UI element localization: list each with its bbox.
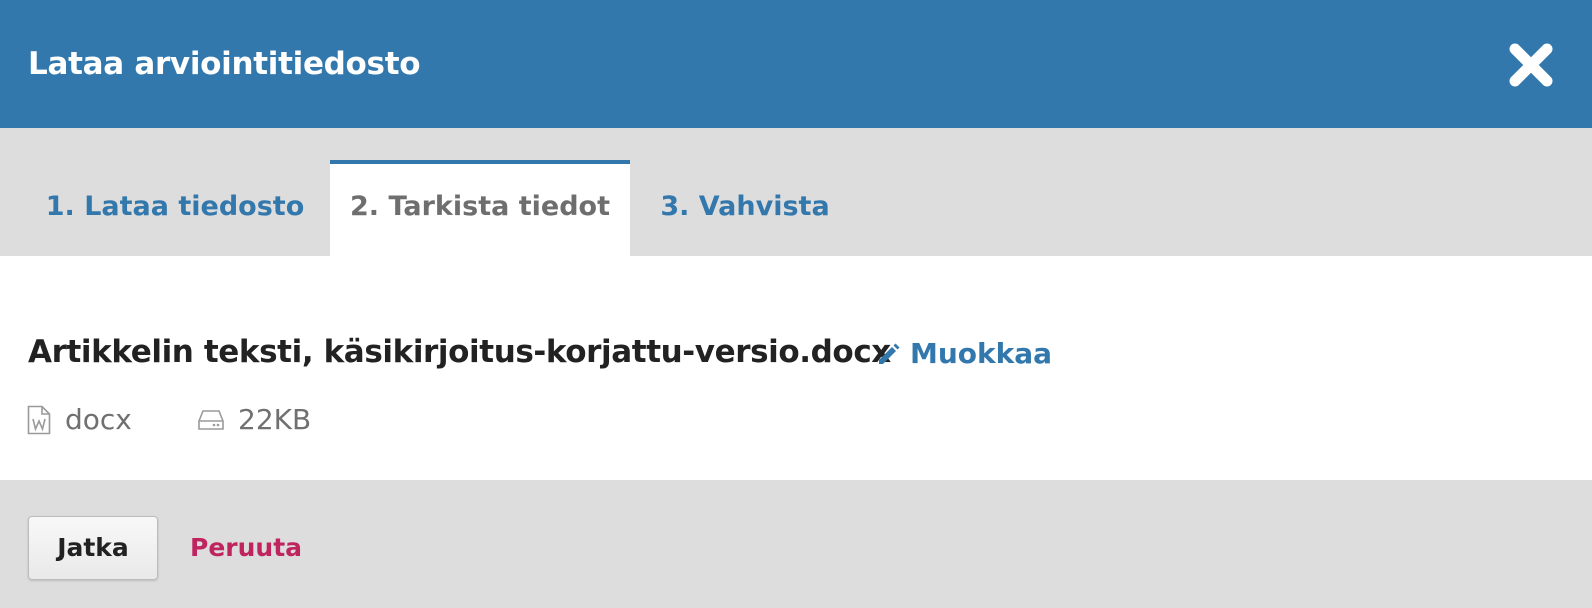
edit-link[interactable]: Muokkaa bbox=[876, 334, 1052, 374]
hard-drive-icon bbox=[198, 410, 224, 430]
cancel-link[interactable]: Peruuta bbox=[190, 528, 302, 568]
tab-confirm[interactable]: 3. Vahvista bbox=[640, 160, 850, 256]
close-button[interactable] bbox=[1508, 42, 1554, 88]
file-type: docx bbox=[27, 400, 132, 440]
tab-review-details[interactable]: 2. Tarkista tiedot bbox=[330, 160, 630, 256]
file-size: 22KB bbox=[198, 400, 311, 440]
wizard-tabs: 1. Lataa tiedosto 2. Tarkista tiedot 3. … bbox=[0, 128, 1592, 256]
file-details-panel: Artikkelin teksti, käsikirjoitus-korjatt… bbox=[0, 256, 1592, 480]
upload-review-file-modal: Lataa arviointitiedosto 1. Lataa tiedost… bbox=[0, 0, 1592, 608]
tab-upload-file[interactable]: 1. Lataa tiedosto bbox=[30, 160, 320, 256]
file-type-value: docx bbox=[65, 403, 132, 436]
modal-title: Lataa arviointitiedosto bbox=[28, 46, 421, 82]
modal-footer: Jatka Peruuta bbox=[0, 480, 1592, 608]
modal-header: Lataa arviointitiedosto bbox=[0, 0, 1592, 128]
word-document-icon bbox=[27, 405, 51, 435]
pencil-icon bbox=[879, 343, 900, 364]
file-size-value: 22KB bbox=[238, 403, 312, 436]
file-title: Artikkelin teksti, käsikirjoitus-korjatt… bbox=[28, 334, 891, 370]
close-icon bbox=[1509, 43, 1553, 87]
continue-button[interactable]: Jatka bbox=[28, 516, 158, 580]
edit-link-label: Muokkaa bbox=[910, 337, 1053, 370]
